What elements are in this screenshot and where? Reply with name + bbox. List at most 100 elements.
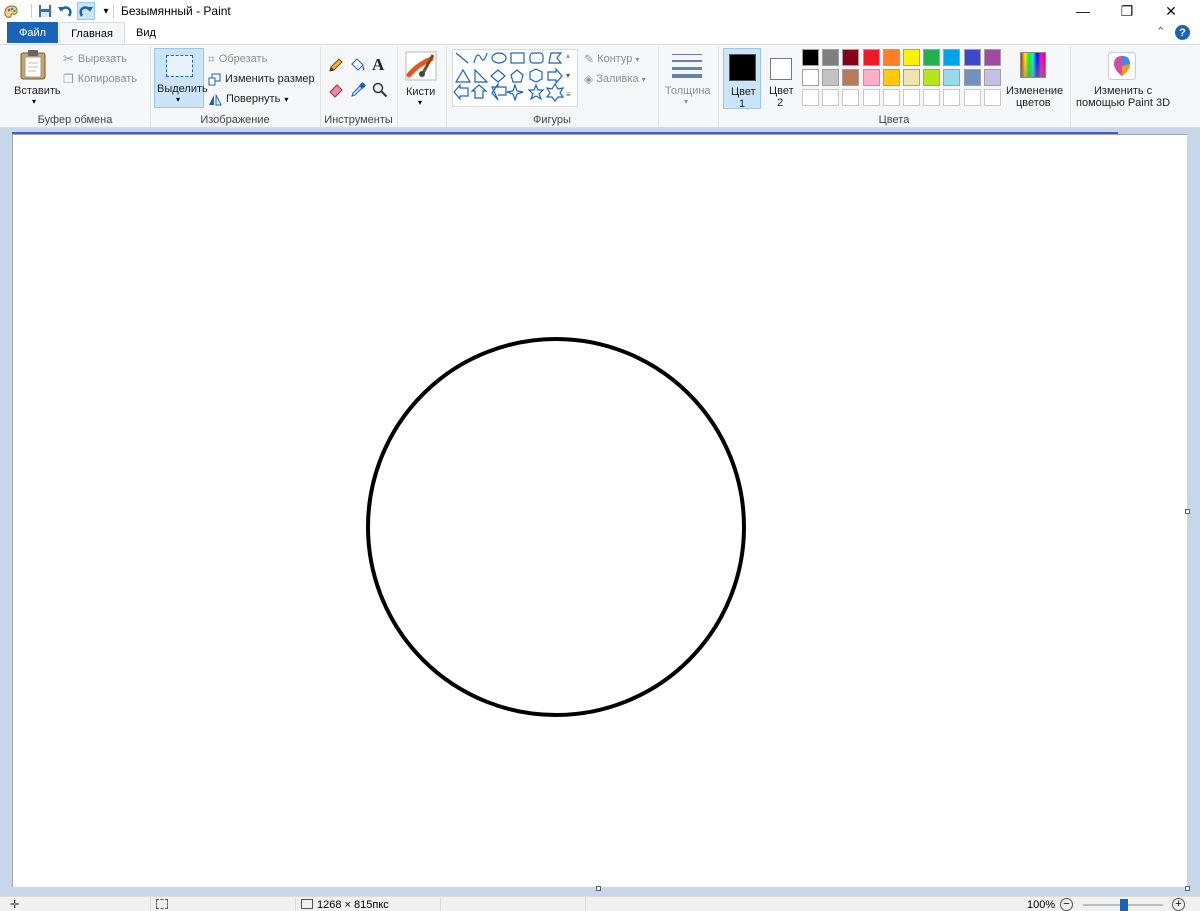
- palette-swatch[interactable]: [943, 49, 961, 66]
- tab-home[interactable]: Главная: [59, 22, 125, 44]
- size-label: Толщина: [665, 85, 711, 97]
- color1-label: Цвет: [731, 86, 756, 98]
- outline-dropdown-icon: ▾: [635, 54, 640, 64]
- collapse-ribbon-icon[interactable]: ⌃: [1156, 25, 1165, 38]
- drawing-canvas[interactable]: [12, 134, 1187, 887]
- resize-icon: [208, 73, 221, 85]
- text-tool-icon[interactable]: A: [372, 55, 390, 75]
- size-line-icon: [672, 67, 702, 70]
- resize-handle-bottom[interactable]: [596, 886, 601, 891]
- group-label-clipboard: Буфер обмена: [37, 114, 113, 126]
- crop-icon: ⌗: [208, 51, 215, 66]
- select-button[interactable]: Выделить ▾: [154, 48, 208, 108]
- palette-swatch[interactable]: [862, 49, 880, 66]
- title-bar: ▾ Безымянный - Paint — ❐ ✕: [0, 0, 1200, 22]
- palette-swatch[interactable]: [802, 69, 819, 86]
- custom-color-slot[interactable]: [842, 89, 860, 106]
- crop-label: Обрезать: [218, 53, 268, 65]
- group-separator: [658, 47, 659, 127]
- color-spectrum-icon: [1020, 52, 1046, 78]
- zoom-slider-thumb[interactable]: [1120, 899, 1128, 911]
- paint-app-icon[interactable]: [2, 2, 20, 20]
- palette-swatch[interactable]: [943, 69, 961, 86]
- zoom-out-icon[interactable]: −: [1060, 898, 1073, 911]
- save-icon[interactable]: [36, 2, 54, 20]
- custom-color-slot[interactable]: [882, 89, 900, 106]
- cut-button[interactable]: ✂ Вырезать: [63, 50, 147, 68]
- palette-swatch[interactable]: [963, 69, 981, 86]
- copy-button[interactable]: ❐ Копировать: [63, 70, 147, 88]
- size-line-icon: [672, 54, 702, 55]
- tab-view[interactable]: Вид: [126, 22, 166, 43]
- eraser-tool[interactable]: [328, 82, 346, 100]
- palette-swatch[interactable]: [822, 69, 840, 86]
- custom-color-slot[interactable]: [983, 89, 1001, 106]
- palette-swatch[interactable]: [882, 49, 900, 66]
- drawn-circle: [366, 337, 746, 717]
- rotate-label: Повернуть: [226, 93, 281, 105]
- palette-swatch[interactable]: [983, 49, 1001, 66]
- outline-button[interactable]: ✎ Контур ▾: [584, 50, 639, 68]
- help-icon[interactable]: ?: [1175, 25, 1190, 40]
- palette-swatch[interactable]: [842, 69, 860, 86]
- color2-number: 2: [777, 97, 784, 109]
- resize-label: Изменить размер: [225, 73, 315, 85]
- custom-color-slot[interactable]: [943, 89, 961, 106]
- palette-swatch[interactable]: [862, 69, 880, 86]
- paint3d-label: Изменить с: [1094, 85, 1153, 97]
- shapes-scroll-up-icon[interactable]: ▴: [566, 51, 570, 60]
- close-button[interactable]: ✕: [1148, 0, 1194, 22]
- custom-color-slot[interactable]: [802, 89, 819, 106]
- palette-swatch[interactable]: [903, 69, 920, 86]
- resize-handle-right[interactable]: [1185, 509, 1190, 514]
- restore-button[interactable]: ❐: [1104, 0, 1150, 22]
- size-button[interactable]: Толщина ▾: [662, 48, 714, 110]
- title-divider: [113, 4, 114, 18]
- shapes-more-icon[interactable]: ≡: [566, 90, 571, 99]
- zoom-level: 100%: [1027, 899, 1056, 911]
- palette-swatch[interactable]: [903, 49, 920, 66]
- palette-swatch[interactable]: [822, 49, 840, 66]
- select-dropdown-icon: ▾: [176, 95, 181, 104]
- palette-swatch[interactable]: [882, 69, 900, 86]
- redo-icon[interactable]: [77, 2, 95, 20]
- color-picker-tool[interactable]: [350, 82, 368, 100]
- rotate-button[interactable]: Повернуть ▾: [208, 90, 288, 108]
- custom-color-slot[interactable]: [903, 89, 920, 106]
- palette-swatch[interactable]: [842, 49, 860, 66]
- paste-button[interactable]: Вставить ▾: [4, 47, 61, 109]
- custom-color-slot[interactable]: [822, 89, 840, 106]
- shapes-icons[interactable]: [453, 50, 577, 106]
- palette-swatch[interactable]: [983, 69, 1001, 86]
- color1-button[interactable]: Цвет 1: [723, 48, 761, 110]
- eyedropper-icon: [351, 82, 366, 97]
- custom-color-slot[interactable]: [862, 89, 880, 106]
- palette-swatch[interactable]: [923, 69, 941, 86]
- pencil-tool[interactable]: [328, 57, 346, 75]
- window-title: Безымянный - Paint: [121, 4, 231, 18]
- palette-swatch[interactable]: [802, 49, 819, 66]
- palette-swatch[interactable]: [963, 49, 981, 66]
- custom-color-slot[interactable]: [963, 89, 981, 106]
- tab-file[interactable]: Файл: [7, 22, 58, 43]
- magnifier-tool[interactable]: [372, 82, 390, 100]
- zoom-in-icon[interactable]: +: [1172, 898, 1185, 911]
- group-label-tools: Инструменты: [324, 114, 393, 126]
- fill-button[interactable]: ◈ Заливка ▾: [584, 70, 646, 88]
- custom-color-slot[interactable]: [923, 89, 941, 106]
- fill-tool[interactable]: [349, 57, 367, 75]
- image-size-icon: [301, 899, 313, 909]
- edit-paint3d-button[interactable]: Изменить с помощью Paint 3D: [1074, 48, 1170, 110]
- magnifier-icon: [372, 82, 388, 98]
- resize-handle-corner[interactable]: [1185, 886, 1190, 891]
- fill-bucket-icon: ◈: [584, 72, 594, 86]
- brushes-button[interactable]: Кисти ▾: [401, 48, 441, 110]
- resize-button[interactable]: Изменить размер: [208, 70, 315, 88]
- color2-button[interactable]: Цвет 2: [763, 48, 799, 109]
- crop-button[interactable]: ⌗ Обрезать: [208, 50, 267, 68]
- palette-swatch[interactable]: [923, 49, 941, 66]
- undo-icon[interactable]: [56, 2, 74, 20]
- shapes-scroll-down-icon[interactable]: ▾: [566, 71, 570, 80]
- minimize-button[interactable]: —: [1060, 0, 1106, 22]
- edit-colors-button[interactable]: Изменение цветов: [1006, 48, 1063, 110]
